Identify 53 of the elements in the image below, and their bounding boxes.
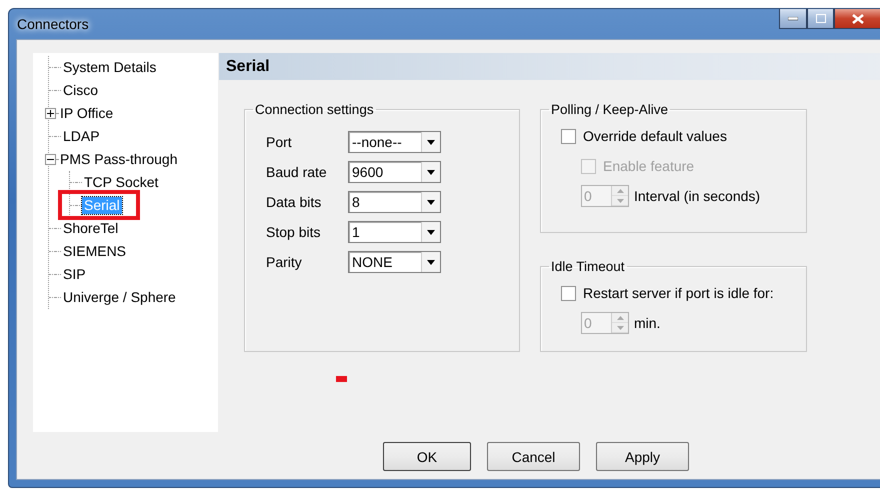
field-label: Data bits	[266, 194, 322, 210]
field-label: Parity	[266, 254, 303, 270]
down-arrow-icon	[616, 198, 624, 202]
maximize-button[interactable]	[807, 9, 834, 29]
window-title: Connectors	[17, 16, 89, 32]
checkbox-label: Restart server if port is idle for:	[583, 285, 774, 301]
checkbox-label: Enable feature	[603, 158, 694, 174]
tree-item[interactable]: ShoreTel	[61, 220, 120, 237]
dropdown[interactable]: NONE	[348, 251, 441, 273]
spinner-label: Interval (in seconds)	[634, 188, 760, 204]
tree-item[interactable]: IP Office	[58, 105, 116, 122]
group-title: Connection settings	[254, 102, 375, 117]
caret-icon	[427, 230, 435, 234]
checkbox-label: Override default values	[583, 128, 727, 144]
close-icon	[852, 14, 864, 24]
checkbox[interactable]	[561, 128, 576, 144]
tree-item[interactable]: PMS Pass-through	[58, 151, 180, 168]
field-label: Stop bits	[266, 224, 322, 240]
dropdown[interactable]: --none--	[348, 131, 441, 153]
caret-icon	[427, 260, 435, 264]
minimize-icon	[788, 16, 798, 20]
tree-item[interactable]: System Details	[61, 59, 158, 76]
tree-item[interactable]: SIP	[61, 266, 88, 283]
group-title: Polling / Keep-Alive	[550, 102, 670, 117]
spinner-label: min.	[634, 315, 660, 331]
dialog-button[interactable]: Apply	[596, 442, 689, 471]
maximize-icon	[816, 14, 826, 23]
marker-icon	[336, 376, 347, 382]
caret-icon	[427, 200, 435, 204]
up-arrow-icon	[616, 316, 624, 320]
group-title: Idle Timeout	[550, 259, 626, 274]
caret-icon	[427, 170, 435, 174]
down-arrow-icon	[616, 326, 624, 330]
up-arrow-icon	[616, 188, 624, 192]
dropdown[interactable]: 8	[348, 191, 441, 213]
dialog-button[interactable]: Cancel	[487, 442, 580, 471]
tree-item[interactable]: Univerge / Sphere	[61, 289, 178, 306]
dropdown[interactable]: 1	[348, 221, 441, 243]
field-label: Port	[266, 134, 293, 150]
tree-item[interactable]: LDAP	[61, 128, 102, 145]
minimize-button[interactable]	[779, 9, 807, 29]
tree-item[interactable]: Cisco	[61, 82, 100, 99]
page-title: Serial	[219, 53, 880, 80]
dialog-button[interactable]: OK	[383, 442, 471, 471]
checkbox[interactable]	[561, 286, 576, 300]
collapse-icon[interactable]	[45, 154, 56, 165]
field-label: Baud rate	[266, 164, 328, 180]
expand-icon[interactable]	[45, 108, 56, 119]
tree-item[interactable]: SIEMENS	[61, 243, 128, 260]
tree-item[interactable]: TCP Socket	[82, 174, 160, 191]
caret-icon	[427, 140, 435, 144]
dropdown[interactable]: 9600	[348, 161, 441, 183]
close-button[interactable]	[834, 9, 880, 29]
